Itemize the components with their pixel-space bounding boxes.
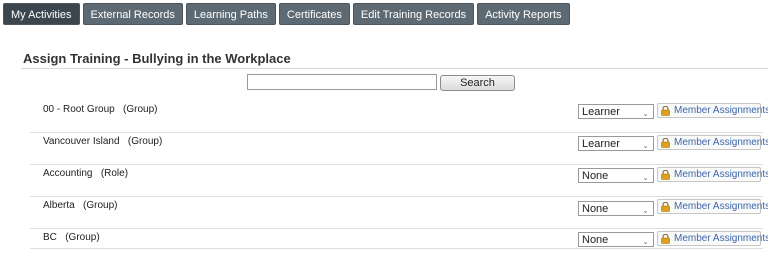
- member-assignments-label: Member Assignments: [674, 233, 768, 244]
- role-select-value: Learner: [582, 106, 620, 118]
- tab-certificates[interactable]: Certificates: [278, 3, 350, 25]
- group-label: 00 - Root Group (Group): [43, 104, 158, 115]
- member-assignments-button[interactable]: Member Assignments: [657, 199, 768, 214]
- tab-external-records[interactable]: External Records: [82, 3, 183, 25]
- tab-my-activities[interactable]: My Activities: [3, 3, 80, 25]
- tab-learning-paths[interactable]: Learning Paths: [185, 3, 276, 25]
- role-select[interactable]: None ⌄: [578, 168, 654, 183]
- search-button[interactable]: Search: [440, 75, 515, 91]
- chevron-down-icon: ⌄: [642, 141, 649, 150]
- tab-bar: My Activities External Records Learning …: [3, 3, 573, 25]
- member-assignments-label: Member Assignments: [674, 169, 768, 180]
- role-select-value: None: [582, 203, 609, 215]
- lock-icon: [661, 138, 670, 148]
- lock-icon: [661, 234, 670, 244]
- group-label: Accounting (Role): [43, 168, 129, 179]
- chevron-down-icon: ⌄: [642, 237, 649, 246]
- group-label: Vancouver Island (Group): [43, 136, 163, 147]
- role-select[interactable]: Learner ⌄: [578, 136, 654, 151]
- list-item: BC (Group) None ⌄ Member Assignments: [30, 229, 768, 249]
- list-item: Alberta (Group) None ⌄ Member Assignment…: [30, 197, 768, 229]
- tab-activity-reports[interactable]: Activity Reports: [477, 3, 570, 25]
- list-item: Accounting (Role) None ⌄ Member Assignme…: [30, 165, 768, 197]
- member-assignments-button[interactable]: Member Assignments: [657, 231, 768, 246]
- search-input[interactable]: [247, 74, 437, 90]
- lock-icon: [661, 170, 670, 180]
- role-select-value: None: [582, 170, 609, 182]
- member-assignments-button[interactable]: Member Assignments: [657, 103, 768, 118]
- title-divider: [21, 68, 768, 69]
- role-select[interactable]: None ⌄: [578, 232, 654, 247]
- role-select-value: None: [582, 234, 609, 246]
- list-item: 00 - Root Group (Group) Learner ⌄ Member…: [30, 101, 768, 133]
- member-assignments-button[interactable]: Member Assignments: [657, 167, 768, 182]
- page-title: Assign Training - Bullying in the Workpl…: [23, 51, 291, 66]
- role-select-value: Learner: [582, 138, 620, 150]
- lock-icon: [661, 106, 670, 116]
- group-label: BC (Group): [43, 232, 100, 243]
- member-assignments-label: Member Assignments: [674, 201, 768, 212]
- role-select[interactable]: None ⌄: [578, 201, 654, 216]
- chevron-down-icon: ⌄: [642, 109, 649, 118]
- chevron-down-icon: ⌄: [642, 206, 649, 215]
- chevron-down-icon: ⌄: [642, 173, 649, 182]
- group-label: Alberta (Group): [43, 200, 118, 211]
- member-assignments-button[interactable]: Member Assignments: [657, 135, 768, 150]
- member-assignments-label: Member Assignments: [674, 137, 768, 148]
- lock-icon: [661, 202, 670, 212]
- member-assignments-label: Member Assignments: [674, 105, 768, 116]
- tab-edit-training-records[interactable]: Edit Training Records: [352, 3, 475, 25]
- list-item: Vancouver Island (Group) Learner ⌄ Membe…: [30, 133, 768, 165]
- role-select[interactable]: Learner ⌄: [578, 104, 654, 119]
